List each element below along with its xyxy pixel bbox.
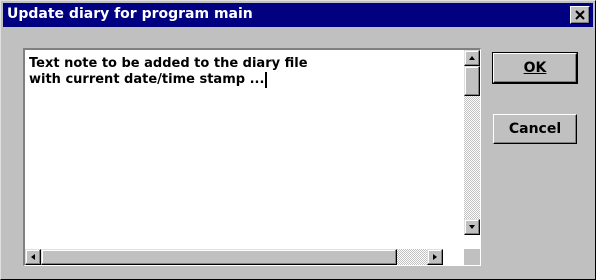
scroll-down-button[interactable]	[464, 219, 480, 235]
title-bar[interactable]: Update diary for program main	[3, 3, 593, 27]
ok-button-label: OK	[523, 60, 547, 76]
horizontal-scroll-thumb[interactable]	[41, 249, 397, 265]
ok-button[interactable]: OK	[492, 52, 578, 84]
close-button[interactable]	[570, 6, 590, 24]
vertical-scroll-thumb[interactable]	[464, 66, 480, 96]
window-title: Update diary for program main	[7, 6, 253, 22]
arrow-right-icon	[433, 254, 437, 260]
scroll-corner	[464, 249, 480, 265]
diary-note-text: Text note to be added to the diary file …	[29, 56, 308, 88]
diary-note-textarea[interactable]: Text note to be added to the diary file …	[23, 48, 481, 266]
arrow-left-icon	[31, 254, 35, 260]
cancel-button-label: Cancel	[508, 121, 562, 137]
scroll-left-button[interactable]	[25, 249, 41, 265]
cancel-button[interactable]: Cancel	[493, 114, 577, 144]
close-icon	[575, 10, 585, 20]
arrow-down-icon	[469, 225, 475, 229]
horizontal-scroll-track[interactable]	[397, 249, 427, 265]
scroll-right-button[interactable]	[427, 249, 443, 265]
scroll-up-button[interactable]	[464, 50, 480, 66]
arrow-up-icon	[469, 56, 475, 60]
vertical-scroll-track[interactable]	[464, 96, 480, 219]
dialog-window: Update diary for program main Text note …	[0, 0, 596, 280]
text-caret	[265, 72, 268, 88]
